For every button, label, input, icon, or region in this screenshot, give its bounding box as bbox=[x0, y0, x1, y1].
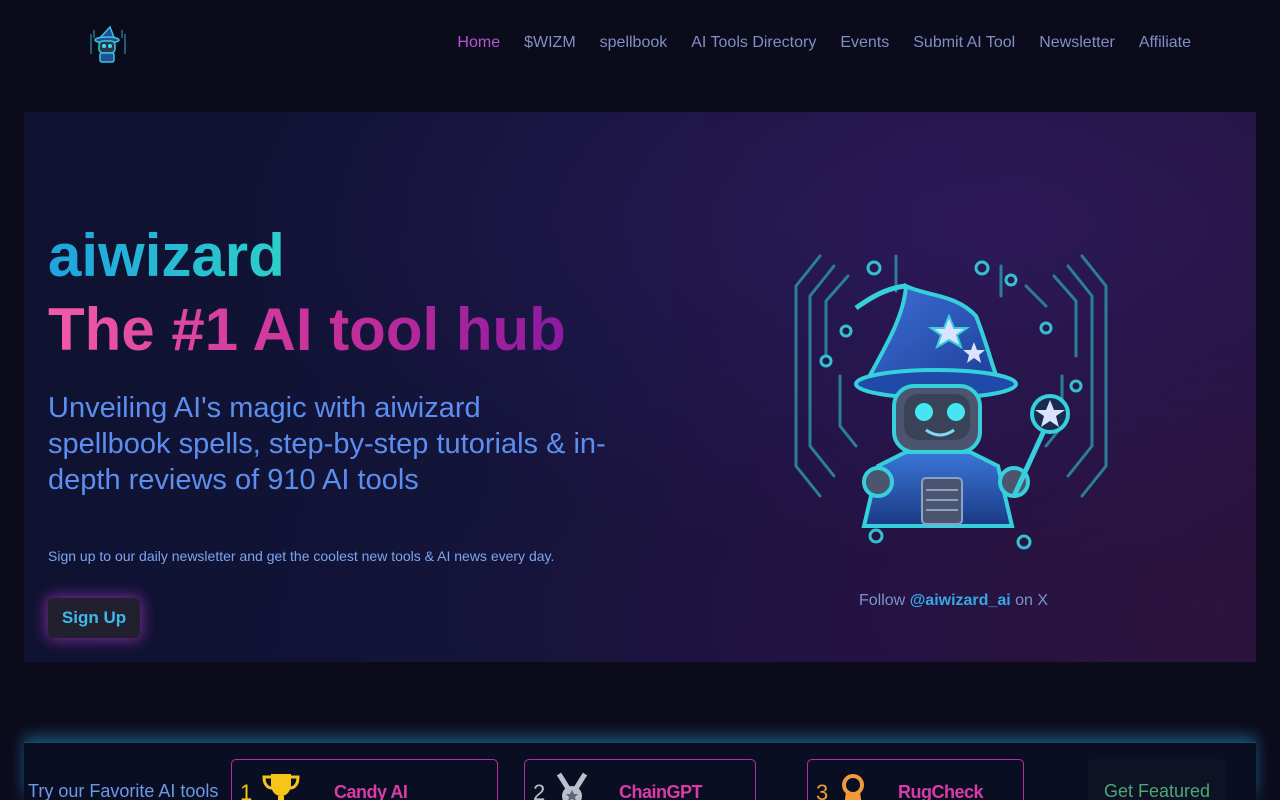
signup-button[interactable]: Sign Up bbox=[48, 598, 140, 638]
get-featured-button[interactable]: Get Featured bbox=[1088, 759, 1226, 800]
follow-prefix: Follow bbox=[859, 592, 910, 609]
hero-subtitle: Unveiling AI's magic with aiwizard spell… bbox=[48, 392, 606, 496]
trophy-icon bbox=[260, 772, 302, 800]
nav-wizm[interactable]: $WIZM bbox=[524, 33, 576, 53]
featured-label: Try our Favorite AI tools bbox=[28, 781, 219, 800]
featured-tools-bar: Try our Favorite AI tools 1 Candy AI 2 C… bbox=[24, 742, 1256, 800]
rank-number: 3 bbox=[816, 780, 829, 800]
x-handle-link[interactable]: @aiwizard_ai bbox=[910, 592, 1011, 609]
tool-name: RugCheck bbox=[898, 782, 984, 800]
silver-medal-icon bbox=[555, 772, 589, 800]
wizard-robot-mascot-image bbox=[786, 246, 1116, 556]
hero-section: aiwizard The #1 AI tool hub Unveiling AI… bbox=[24, 112, 1256, 662]
follow-on-x: Follow @aiwizard_ai on X bbox=[859, 592, 1048, 610]
nav-links: Home $WIZM spellbook AI Tools Directory … bbox=[433, 33, 1191, 53]
rank-number: 2 bbox=[533, 780, 546, 800]
brand-title: aiwizard bbox=[48, 220, 285, 292]
rank-number: 1 bbox=[240, 780, 253, 800]
nav-affiliate[interactable]: Affiliate bbox=[1139, 33, 1191, 53]
nav-ai-tools-directory[interactable]: AI Tools Directory bbox=[691, 33, 816, 53]
tool-name: Candy AI bbox=[334, 782, 408, 800]
featured-tool-card-2[interactable]: 2 ChainGPT bbox=[524, 759, 756, 800]
nav-events[interactable]: Events bbox=[840, 33, 889, 53]
nav-newsletter[interactable]: Newsletter bbox=[1039, 33, 1115, 53]
top-navigation: Home $WIZM spellbook AI Tools Directory … bbox=[0, 0, 1280, 88]
nav-spellbook[interactable]: spellbook bbox=[600, 33, 668, 53]
follow-suffix: on X bbox=[1010, 592, 1049, 609]
newsletter-text: Sign up to our daily newsletter and get … bbox=[48, 548, 555, 564]
tool-name: ChainGPT bbox=[619, 782, 703, 800]
nav-submit-ai-tool[interactable]: Submit AI Tool bbox=[913, 33, 1015, 53]
bronze-medal-icon bbox=[840, 772, 866, 800]
nav-home[interactable]: Home bbox=[457, 33, 500, 53]
featured-tool-card-3[interactable]: 3 RugCheck bbox=[807, 759, 1024, 800]
hero-headline: The #1 AI tool hub bbox=[48, 294, 566, 366]
logo-wizard-robot-icon[interactable] bbox=[88, 24, 128, 64]
featured-tool-card-1[interactable]: 1 Candy AI bbox=[231, 759, 498, 800]
